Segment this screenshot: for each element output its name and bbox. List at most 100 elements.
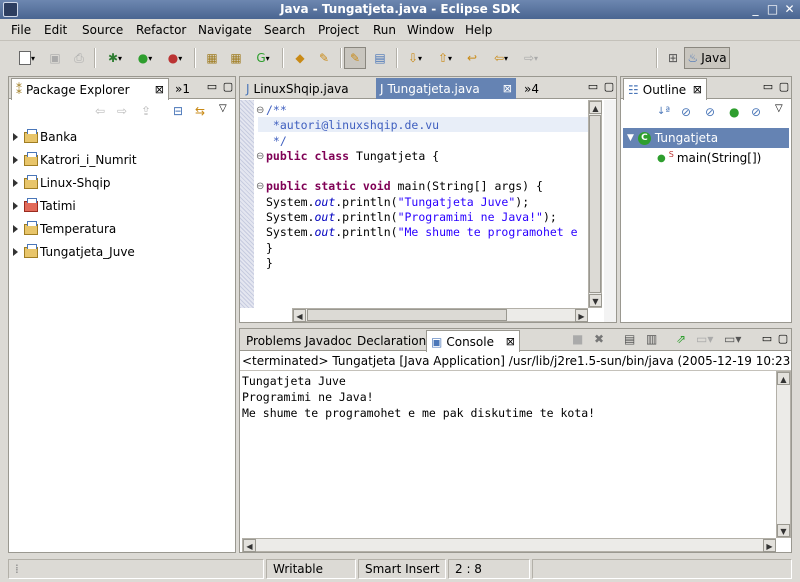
last-edit-icon[interactable]: ↩ <box>462 47 482 69</box>
tab-outline[interactable]: ☷ Outline ⊠ <box>623 78 707 100</box>
tab-javadoc[interactable]: Javadoc <box>301 330 356 351</box>
search-icon[interactable]: ✎ <box>314 47 334 69</box>
code-area[interactable]: /** *autori@linuxshqip.de.vu */ public c… <box>266 103 578 271</box>
expand-icon[interactable] <box>13 202 18 210</box>
open-type-icon[interactable]: ◆ <box>290 47 310 69</box>
minimize-view-icon[interactable]: ▭ <box>586 80 600 94</box>
close-icon[interactable]: ⊠ <box>503 82 512 95</box>
menu-source[interactable]: Source <box>82 23 123 37</box>
new-java-class-icon[interactable]: G ▾ <box>250 47 276 69</box>
scroll-down-icon[interactable]: ▼ <box>777 524 790 537</box>
show-whitespace-icon[interactable]: ▤ <box>370 47 390 69</box>
close-icon[interactable]: ⊠ <box>506 335 515 348</box>
run-icon[interactable]: ● ▾ <box>132 47 158 69</box>
link-editor-icon[interactable]: ⇆ <box>195 104 205 118</box>
tree-item-tungatjeta-juve[interactable]: Tungatjeta_Juve <box>13 242 135 262</box>
tree-item-banka[interactable]: Banka <box>13 127 77 147</box>
minimize-view-icon[interactable]: ▭ <box>761 80 775 94</box>
remove-launch-icon[interactable]: ✖ <box>594 332 604 346</box>
tab-console[interactable]: ▣ Console ⊠ <box>426 330 520 352</box>
outline-method-node[interactable]: ● S main(String[]) <box>657 150 761 166</box>
scroll-thumb[interactable] <box>307 309 507 321</box>
close-icon[interactable]: ⊠ <box>693 83 702 96</box>
scroll-left-icon[interactable]: ◀ <box>293 309 306 322</box>
menu-refactor[interactable]: Refactor <box>136 23 186 37</box>
previous-annotation-icon[interactable]: ⇧ ▾ <box>432 47 458 69</box>
tab-problems[interactable]: Problems <box>242 330 305 351</box>
menu-project[interactable]: Project <box>318 23 359 37</box>
new-icon[interactable]: ▾ <box>14 47 40 69</box>
terminate-icon[interactable]: ■ <box>572 332 583 346</box>
scroll-down-icon[interactable]: ▼ <box>589 294 602 307</box>
minimize-view-icon[interactable]: ▭ <box>205 80 219 94</box>
sort-icon[interactable]: ↓ª <box>657 106 670 117</box>
pin-console-icon[interactable]: ⇗ <box>676 332 686 346</box>
back-icon[interactable]: ⇦ <box>95 104 105 118</box>
console-vertical-scrollbar[interactable]: ▲ ▼ <box>776 371 791 538</box>
scroll-lock-icon[interactable]: ▥ <box>646 332 657 346</box>
overflow-views[interactable]: »1 <box>171 78 194 99</box>
display-console-icon[interactable]: ▭▾ <box>696 332 713 346</box>
tab-declaration[interactable]: Declaration <box>353 330 430 351</box>
tab-tungatjeta-java[interactable]: J Tungatjeta.java ⊠ <box>376 78 516 99</box>
next-annotation-icon[interactable]: ⇩ ▾ <box>402 47 428 69</box>
hide-local-types-icon[interactable]: ⊘ <box>751 105 761 119</box>
minimize-view-icon[interactable]: ▭ <box>760 332 774 346</box>
forward-icon[interactable]: ⇨ <box>117 104 127 118</box>
fold-icon[interactable]: ⊖ <box>256 149 264 164</box>
scroll-right-icon[interactable]: ▶ <box>575 309 588 322</box>
up-icon[interactable]: ⇪ <box>141 104 151 118</box>
tree-item-linux-shqip[interactable]: Linux-Shqip <box>13 173 110 193</box>
fold-icon[interactable]: ⊖ <box>256 103 264 118</box>
external-tools-icon[interactable]: ● ▾ <box>162 47 188 69</box>
outline-class-node[interactable]: ▼ C Tungatjeta <box>623 128 789 148</box>
new-class-icon[interactable]: ▦ <box>226 47 246 69</box>
fold-icon[interactable]: ⊖ <box>256 179 264 194</box>
scroll-up-icon[interactable]: ▲ <box>777 372 790 385</box>
tab-package-explorer[interactable]: ⁑ Package Explorer ⊠ <box>11 78 169 100</box>
menu-run[interactable]: Run <box>373 23 396 37</box>
debug-icon[interactable]: ✱ ▾ <box>102 47 128 69</box>
menu-search[interactable]: Search <box>264 23 305 37</box>
java-perspective-button[interactable]: ♨ Java <box>684 47 730 69</box>
open-console-icon[interactable]: ▭▾ <box>724 332 741 346</box>
hide-nonpublic-icon[interactable]: ● <box>729 105 739 119</box>
console-horizontal-scrollbar[interactable]: ◀ ▶ <box>242 538 776 552</box>
editor-vertical-scrollbar[interactable]: ▲ ▼ <box>588 100 602 308</box>
close-icon[interactable]: ⊠ <box>155 83 164 96</box>
hide-static-icon[interactable]: ⊘ <box>705 105 715 119</box>
tree-item-katrori[interactable]: Katrori_i_Numrit <box>13 150 137 170</box>
print-icon[interactable]: ⎙ <box>70 47 88 69</box>
view-menu-icon[interactable]: ▽ <box>775 103 783 114</box>
maximize-view-icon[interactable]: ▢ <box>221 80 235 94</box>
maximize-view-icon[interactable]: ▢ <box>777 80 791 94</box>
maximize-button[interactable]: □ <box>765 2 780 17</box>
expand-icon[interactable] <box>13 156 18 164</box>
tree-item-temperatura[interactable]: Temperatura <box>13 219 116 239</box>
minimize-button[interactable]: _ <box>748 2 763 17</box>
view-menu-icon[interactable]: ▽ <box>219 103 227 114</box>
maximize-view-icon[interactable]: ▢ <box>776 332 790 346</box>
back-icon[interactable]: ⇦ ▾ <box>488 47 514 69</box>
save-icon[interactable]: ▣ <box>46 47 64 69</box>
tree-item-tatimi[interactable]: Tatimi <box>13 196 76 216</box>
expand-icon[interactable] <box>13 133 18 141</box>
maximize-view-icon[interactable]: ▢ <box>602 80 616 94</box>
editor-horizontal-scrollbar[interactable]: ◀ ▶ <box>292 308 588 322</box>
scroll-up-icon[interactable]: ▲ <box>589 101 602 114</box>
scroll-right-icon[interactable]: ▶ <box>763 539 776 552</box>
overflow-editors[interactable]: »4 <box>520 78 543 99</box>
expand-icon[interactable] <box>13 225 18 233</box>
scroll-left-icon[interactable]: ◀ <box>243 539 256 552</box>
menu-help[interactable]: Help <box>465 23 492 37</box>
toggle-mark-occurrences-icon[interactable]: ✎ <box>344 47 366 69</box>
menu-file[interactable]: File <box>11 23 31 37</box>
open-perspective-icon[interactable]: ⊞ <box>664 47 682 69</box>
expand-icon[interactable] <box>13 248 18 256</box>
expand-icon[interactable] <box>13 179 18 187</box>
close-button[interactable]: ✕ <box>782 2 797 17</box>
menu-edit[interactable]: Edit <box>44 23 67 37</box>
scroll-thumb[interactable] <box>589 115 601 293</box>
menu-window[interactable]: Window <box>407 23 454 37</box>
hide-fields-icon[interactable]: ⊘ <box>681 105 691 119</box>
